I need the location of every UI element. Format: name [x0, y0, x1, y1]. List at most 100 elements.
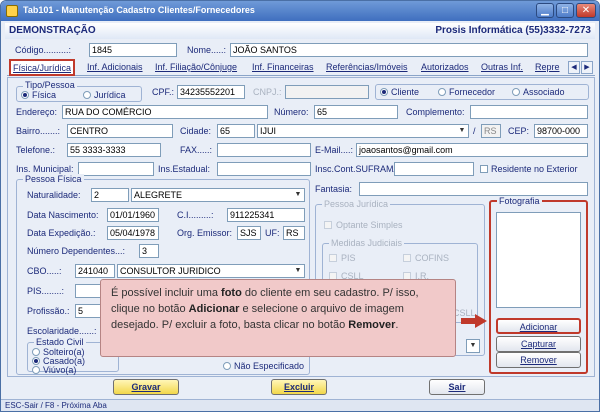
cep-input[interactable]: 98700-000 [534, 124, 588, 138]
nome-input[interactable]: JOÃO SANTOS [230, 43, 588, 57]
app-icon [6, 5, 18, 17]
cidade-combo[interactable]: IJUI ▼ [257, 124, 469, 138]
endereco-input[interactable]: RUA DO COMÉRCIO [62, 105, 268, 119]
nao-especificado-radio[interactable] [223, 362, 231, 370]
email-label: E-Mail....: [315, 145, 354, 155]
numero-input[interactable]: 65 [314, 105, 398, 119]
suframa-input[interactable] [394, 162, 474, 176]
juridica-label: Jurídica [94, 90, 126, 100]
complemento-input[interactable] [470, 105, 588, 119]
cidade-name: IJUI [260, 126, 277, 136]
viuvo-radio[interactable] [32, 366, 40, 374]
excluir-button[interactable]: Excluir [271, 379, 327, 395]
codigo-label: Código..........: [15, 45, 72, 55]
naturalidade-label: Naturalidade: [27, 190, 81, 200]
tab-repre[interactable]: Repre [535, 60, 560, 76]
associado-radio[interactable] [512, 88, 520, 96]
tab-autorizados[interactable]: Autorizados [421, 60, 469, 76]
cofins-checkbox[interactable] [403, 254, 411, 262]
escolaridade-label: Escolaridade......: [27, 326, 97, 336]
photo-frame[interactable] [496, 212, 581, 308]
fisica-radio[interactable] [21, 91, 29, 99]
tab-prev-icon[interactable]: ◀ [568, 61, 580, 74]
demo-label: DEMONSTRAÇÃO [9, 25, 96, 36]
ins-municipal-label: Ins. Municipal: [16, 164, 74, 174]
fotografia-title: Fotografia [497, 196, 542, 206]
fax-input[interactable] [217, 143, 311, 157]
tab-referencias[interactable]: Referências/Imóveis [326, 60, 408, 76]
bairro-label: Bairro.......: [16, 126, 61, 136]
cbo-label: CBO.....: [27, 266, 62, 276]
fantasia-input[interactable] [359, 182, 588, 196]
remover-button[interactable]: Remover [496, 352, 581, 368]
org-emissor-input[interactable]: SJS [237, 226, 261, 240]
cidade-code-input[interactable]: 65 [217, 124, 255, 138]
telefone-input[interactable]: 55 3333-3333 [67, 143, 161, 157]
data-expedicao-input[interactable]: 05/04/1978 [107, 226, 159, 240]
tab-strip: Física/Jurídica Inf. Adicionais Inf. Fil… [7, 59, 595, 76]
adicionar-button[interactable]: Adicionar [496, 318, 581, 334]
pessoa-juridica-title: Pessoa Jurídica [322, 199, 391, 209]
sair-button[interactable]: Sair [429, 379, 485, 395]
chevron-down-icon[interactable]: ▼ [457, 126, 467, 136]
fax-label: FAX.....: [180, 145, 213, 155]
tab-outras-inf[interactable]: Outras Inf. [481, 60, 523, 76]
chevron-down-icon[interactable]: ▼ [293, 266, 303, 276]
solteiro-radio[interactable] [32, 348, 40, 356]
residente-exterior-checkbox[interactable] [480, 165, 488, 173]
cbo-code-input[interactable]: 241040 [75, 264, 115, 278]
nao-especificado-label: Não Especificado [234, 361, 305, 371]
maximize-button[interactable]: □ [556, 3, 574, 18]
cliente-radio[interactable] [380, 88, 388, 96]
ins-estadual-input[interactable] [217, 162, 311, 176]
callout-bold-adicionar: Adicionar [188, 303, 240, 315]
juridica-radio[interactable] [83, 91, 91, 99]
cpf-input[interactable]: 34235552201 [177, 85, 245, 99]
casado-radio[interactable] [32, 357, 40, 365]
tab-inf-filiacao[interactable]: Inf. Filiação/Cônjuge [155, 60, 237, 76]
tab-inf-financeiras[interactable]: Inf. Financeiras [252, 60, 314, 76]
chevron-down-icon[interactable]: ▼ [293, 190, 303, 200]
naturalidade-code-input[interactable]: 2 [91, 188, 129, 202]
ci-label: C.I.........: [177, 210, 214, 220]
header-bar: DEMONSTRAÇÃO Prosis Informática (55)3332… [5, 23, 595, 39]
codigo-input[interactable]: 1845 [89, 43, 177, 57]
pis-checkbox[interactable] [329, 254, 337, 262]
help-callout: É possível incluir uma foto do cliente e… [100, 279, 456, 357]
fornecedor-label: Fornecedor [449, 87, 496, 97]
fornecedor-radio[interactable] [438, 88, 446, 96]
arrow-right-icon [461, 314, 487, 328]
tab-fisica-juridica[interactable]: Física/Jurídica [9, 59, 76, 76]
suframa-label: Insc.Cont.SUFRAMA: [315, 164, 403, 174]
nome-label: Nome.....: [187, 45, 227, 55]
optante-simples-checkbox[interactable] [324, 221, 332, 229]
tab-inf-adicionais[interactable]: Inf. Adicionais [87, 60, 143, 76]
capturar-button[interactable]: Capturar [496, 336, 581, 352]
callout-text-1: É possível incluir uma [111, 287, 222, 299]
data-nascimento-input[interactable]: 01/01/1960 [107, 208, 159, 222]
cidade-uf-input[interactable]: RS [481, 124, 501, 138]
naturalidade-combo[interactable]: ALEGRETE ▼ [131, 188, 305, 202]
cnpj-input[interactable] [285, 85, 369, 99]
ci-input[interactable]: 911225341 [227, 208, 305, 222]
uf-input[interactable]: RS [283, 226, 305, 240]
tab-next-icon[interactable]: ▶ [581, 61, 593, 74]
chevron-down-icon[interactable]: ▼ [468, 341, 478, 351]
num-dependentes-input[interactable]: 3 [139, 244, 159, 258]
callout-bold-remover: Remover [348, 319, 396, 331]
minimize-button[interactable]: ▁ [536, 3, 554, 18]
email-input[interactable]: joaosantos@gmail.com [356, 143, 588, 157]
close-button[interactable]: ✕ [576, 3, 596, 18]
uf-label: UF: [265, 228, 280, 238]
ins-municipal-input[interactable] [78, 162, 154, 176]
bairro-input[interactable]: CENTRO [67, 124, 173, 138]
cbo-combo[interactable]: CONSULTOR JURIDICO ▼ [117, 264, 305, 278]
fisica-label: Física [32, 90, 57, 100]
profissao-label: Profissão.: [27, 306, 70, 316]
endereco-label: Endereço: [16, 107, 58, 117]
gravar-button[interactable]: Gravar [113, 379, 179, 395]
fantasia-label: Fantasia: [315, 184, 353, 194]
pj-combo-stub[interactable]: ▼ [466, 339, 480, 353]
cliente-label: Cliente [391, 87, 420, 97]
cidade-label: Cidade: [180, 126, 212, 136]
